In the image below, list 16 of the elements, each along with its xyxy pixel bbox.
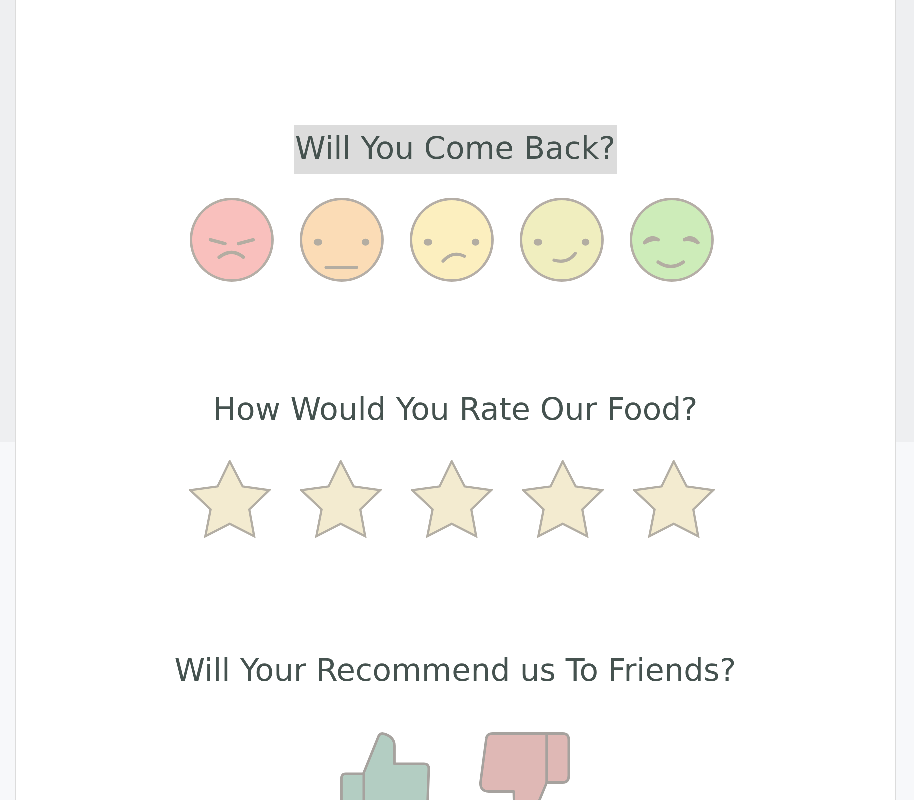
- question-title: How Would You Rate Our Food?: [212, 391, 699, 430]
- star-icon[interactable]: [632, 460, 714, 538]
- star-icon[interactable]: [188, 460, 270, 538]
- neutral-face-icon[interactable]: [298, 197, 384, 283]
- happy-face-icon[interactable]: [628, 197, 714, 283]
- star-icon[interactable]: [300, 460, 382, 538]
- thumbs-down-icon[interactable]: [476, 731, 572, 800]
- star-icon[interactable]: [410, 460, 492, 538]
- angry-face-icon[interactable]: [188, 197, 274, 283]
- question-title: Will You Come Back?: [294, 125, 617, 174]
- star-rating[interactable]: [188, 460, 714, 538]
- smiling-face-icon[interactable]: [518, 197, 604, 283]
- frowning-face-icon[interactable]: [408, 197, 494, 283]
- star-icon[interactable]: [522, 460, 604, 538]
- thumbs-up-icon[interactable]: [338, 731, 432, 800]
- question-title: Will Your Recommend us To Friends?: [174, 652, 738, 691]
